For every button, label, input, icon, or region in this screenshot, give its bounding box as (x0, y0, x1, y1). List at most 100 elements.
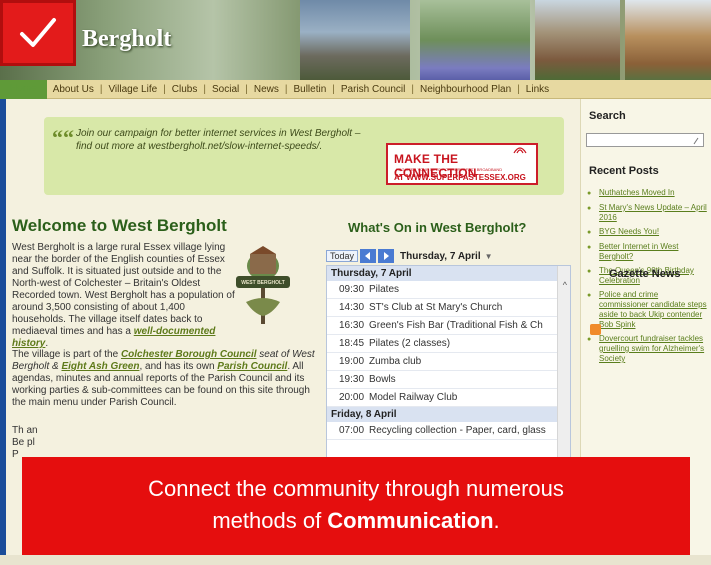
calendar-toolbar: Today Thursday, 7 April ▼ (326, 247, 571, 265)
gazette-news-heading: Gazette News (609, 268, 681, 280)
event-time: 18:45 (339, 338, 365, 349)
checkmark-icon (20, 18, 56, 47)
bullet-icon: ● (587, 205, 592, 212)
arrow-left-icon (365, 252, 371, 260)
day-heading: Thursday, 7 April (327, 266, 570, 281)
rss-icon (590, 324, 601, 335)
parish-council-link[interactable]: Parish Council (217, 361, 287, 372)
banner-photo-church (300, 0, 410, 80)
council-text-3: , and has its own (139, 361, 218, 372)
eight-ash-green-link[interactable]: Eight Ash Green (61, 361, 139, 372)
next-day-button[interactable] (378, 249, 395, 263)
banner-photo-house (535, 0, 620, 80)
nav-item-bulletin[interactable]: Bulletin (287, 84, 332, 95)
post-link[interactable]: BYG Needs You! (599, 227, 659, 238)
event-time: 14:30 (339, 302, 365, 313)
nav-item-neighbourhood-plan[interactable]: Neighbourhood Plan (414, 84, 517, 95)
scroll-up-icon[interactable]: ^ (563, 280, 567, 290)
event-time: 09:30 (339, 284, 365, 295)
post-link[interactable]: St Mary's News Update – April 2016 (599, 203, 709, 223)
list-item[interactable]: ● Nuthatches Moved In (587, 188, 709, 199)
welcome-heading: Welcome to West Bergholt (12, 216, 227, 235)
gazette-posts-list: ● Police and crime commissioner candidate… (587, 290, 709, 368)
post-link[interactable]: Police and crime commissioner candidate … (599, 290, 709, 330)
event-row[interactable]: 07:00 Recycling collection - Paper, card,… (327, 422, 570, 440)
event-row[interactable]: 20:00 Model Railway Club (327, 389, 570, 407)
list-item[interactable]: ● St Mary's News Update – April 2016 (587, 203, 709, 223)
list-item[interactable]: ● Dovercourt fundraiser tackles gruelling… (587, 334, 709, 364)
bottom-strip (0, 555, 711, 565)
event-list-scrollbar[interactable]: ^ (557, 266, 570, 464)
search-input[interactable] (586, 133, 704, 147)
borough-council-link[interactable]: Colchester Borough Council (121, 349, 257, 360)
event-row[interactable]: 09:30 Pilates (327, 281, 570, 299)
campaign-text[interactable]: Join our campaign for better internet se… (76, 127, 376, 153)
event-title: ST's Club at St Mary's Church (369, 302, 503, 313)
site-banner: Bergholt (0, 0, 711, 80)
nav-item-village-life[interactable]: Village Life (102, 84, 163, 95)
event-list[interactable]: Thursday, 7 April 09:30 Pilates 14:30 ST's… (326, 265, 571, 465)
village-sign-label: WEST BERGHOLT (241, 280, 285, 286)
nav-item-about[interactable]: About Us (47, 84, 100, 95)
arrow-right-icon (384, 252, 390, 260)
event-row[interactable]: 16:30 Green's Fish Bar (Traditional Fish … (327, 317, 570, 335)
event-title: Pilates (369, 284, 400, 295)
post-link[interactable]: Better Internet in West Bergholt? (599, 242, 709, 262)
event-time: 19:30 (339, 374, 365, 385)
list-item[interactable]: ● Better Internet in West Bergholt? (587, 242, 709, 262)
calendar-current-date[interactable]: Thursday, 7 April (400, 251, 481, 262)
event-title: Zumba club (369, 356, 422, 367)
caption-line-2: methods of Communication. (22, 505, 690, 537)
quote-icon: ““ (52, 125, 74, 150)
event-time: 16:30 (339, 320, 365, 331)
event-title: Bowls (369, 374, 396, 385)
badge-subtitle: REGISTER YOUR NEED FOR SUPERFAST BROADBA… (396, 167, 503, 172)
aim-paragraph-fragment: Th an Be pl P (12, 425, 38, 460)
caption-line-1: Connect the community through numerous (148, 476, 564, 501)
council-paragraph: The village is part of the Colchester Bo… (12, 349, 322, 409)
event-row[interactable]: 18:45 Pilates (2 classes) (327, 335, 570, 353)
bullet-icon: ● (587, 268, 592, 275)
event-time: 20:00 (339, 392, 365, 403)
nav-item-clubs[interactable]: Clubs (166, 84, 204, 95)
bullet-icon: ● (587, 336, 592, 343)
event-time: 07:00 (339, 425, 365, 436)
whats-on-heading: What's On in West Bergholt? (348, 220, 527, 235)
nav-item-parish-council[interactable]: Parish Council (335, 84, 411, 95)
list-item[interactable]: ● Police and crime commissioner candidate… (587, 290, 709, 330)
caption-text-end: . (493, 508, 500, 533)
post-link[interactable]: Nuthatches Moved In (599, 188, 675, 199)
nav-item-home[interactable]: Home (0, 79, 47, 99)
welcome-paragraph: West Bergholt is a large rural Essex vil… (12, 242, 240, 350)
event-title: Recycling collection - Paper, card, glas… (369, 425, 546, 436)
caption-text: methods of (212, 508, 328, 533)
caption-emphasis: Communication (327, 508, 494, 533)
event-title: Model Railway Club (369, 392, 458, 403)
chevron-down-icon[interactable]: ▼ (485, 252, 493, 261)
event-time: 19:00 (339, 356, 365, 367)
day-heading: Friday, 8 April (327, 407, 570, 422)
today-button[interactable]: Today (326, 250, 359, 262)
site-title[interactable]: Bergholt (82, 26, 171, 53)
checkmark-badge (0, 0, 76, 66)
event-row[interactable]: 19:00 Zumba club (327, 353, 570, 371)
event-title: Pilates (2 classes) (369, 338, 451, 349)
campaign-banner: ““ Join our campaign for better internet… (44, 117, 564, 195)
prev-day-button[interactable] (360, 249, 377, 263)
nav-item-links[interactable]: Links (520, 84, 555, 95)
nav-item-social[interactable]: Social (206, 84, 245, 95)
banner-photo-building (625, 0, 711, 80)
post-link[interactable]: Dovercourt fundraiser tackles gruelling … (599, 334, 709, 364)
banner-photo-bluebells (420, 0, 530, 80)
make-the-connection-badge[interactable]: MAKE THE CONNECTION REGISTER YOUR NEED F… (386, 143, 538, 185)
search-icon[interactable] (693, 135, 701, 145)
slide-caption: Connect the community through numerous m… (22, 457, 690, 557)
window-left-edge (0, 99, 6, 565)
event-row[interactable]: 14:30 ST's Club at St Mary's Church (327, 299, 570, 317)
bullet-icon: ● (587, 190, 592, 197)
council-text-1: The village is part of the (12, 349, 121, 360)
nav-item-news[interactable]: News (248, 84, 285, 95)
list-item[interactable]: ● BYG Needs You! (587, 227, 709, 238)
event-row[interactable]: 19:30 Bowls (327, 371, 570, 389)
main-nav: Home About Us | Village Life | Clubs | S… (0, 79, 711, 99)
